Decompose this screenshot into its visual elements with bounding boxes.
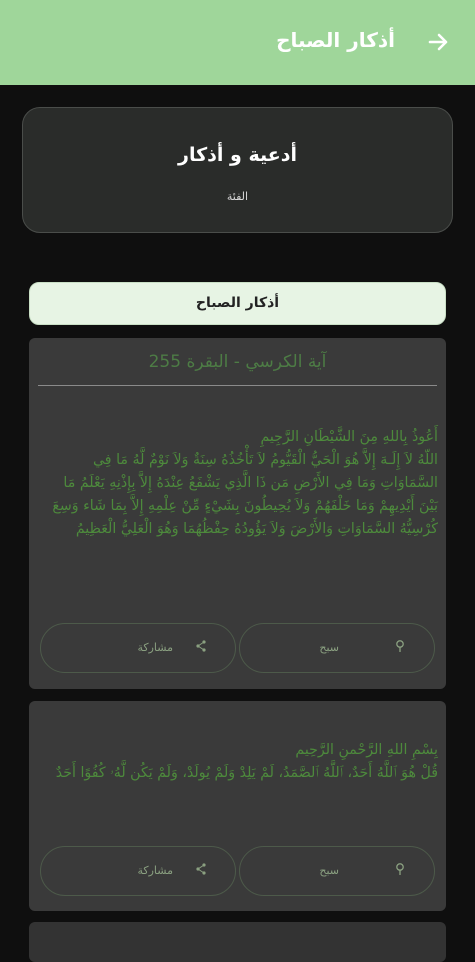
share-label: مشاركة xyxy=(137,864,173,877)
zikr-card: آية الكرسي - البقرة 255 أَعُوذُ بِاللهِ … xyxy=(29,338,446,689)
category-subtitle: الفئة xyxy=(226,190,249,203)
count-label: سبح xyxy=(319,864,339,877)
arrow-right-icon xyxy=(428,33,448,51)
page-title: أذكار الصباح xyxy=(276,28,395,52)
top-app-bar: أذكار الصباح xyxy=(0,0,475,85)
section-button[interactable]: أذكار الصباح xyxy=(29,282,446,325)
rosary-icon xyxy=(396,863,404,875)
share-icon xyxy=(196,863,206,875)
zikr-text: أَعُوذُ بِاللهِ مِنَ الشَّيْطَانِ الرَّج… xyxy=(52,429,438,537)
zikr-card xyxy=(29,922,446,962)
share-icon xyxy=(196,640,206,652)
count-button[interactable]: سبح xyxy=(239,623,435,673)
share-label: مشاركة xyxy=(137,641,173,654)
count-button[interactable]: سبح xyxy=(239,846,435,896)
rosary-icon xyxy=(396,640,404,652)
category-card: أدعية و أذكار الفئة xyxy=(22,107,453,233)
back-button[interactable] xyxy=(423,27,453,57)
share-button[interactable]: مشاركة xyxy=(40,623,236,673)
count-label: سبح xyxy=(319,641,339,654)
share-button[interactable]: مشاركة xyxy=(40,846,236,896)
divider xyxy=(38,385,437,386)
zikr-text: بِسْمِ اللهِ الرَّحْمنِ الرَّحِيم قُلْ هُ… xyxy=(55,742,438,781)
zikr-card: بِسْمِ اللهِ الرَّحْمنِ الرَّحِيم قُلْ هُ… xyxy=(29,701,446,911)
category-title: أدعية و أذكار xyxy=(178,144,297,166)
zikr-title: آية الكرسي - البقرة 255 xyxy=(148,352,327,372)
